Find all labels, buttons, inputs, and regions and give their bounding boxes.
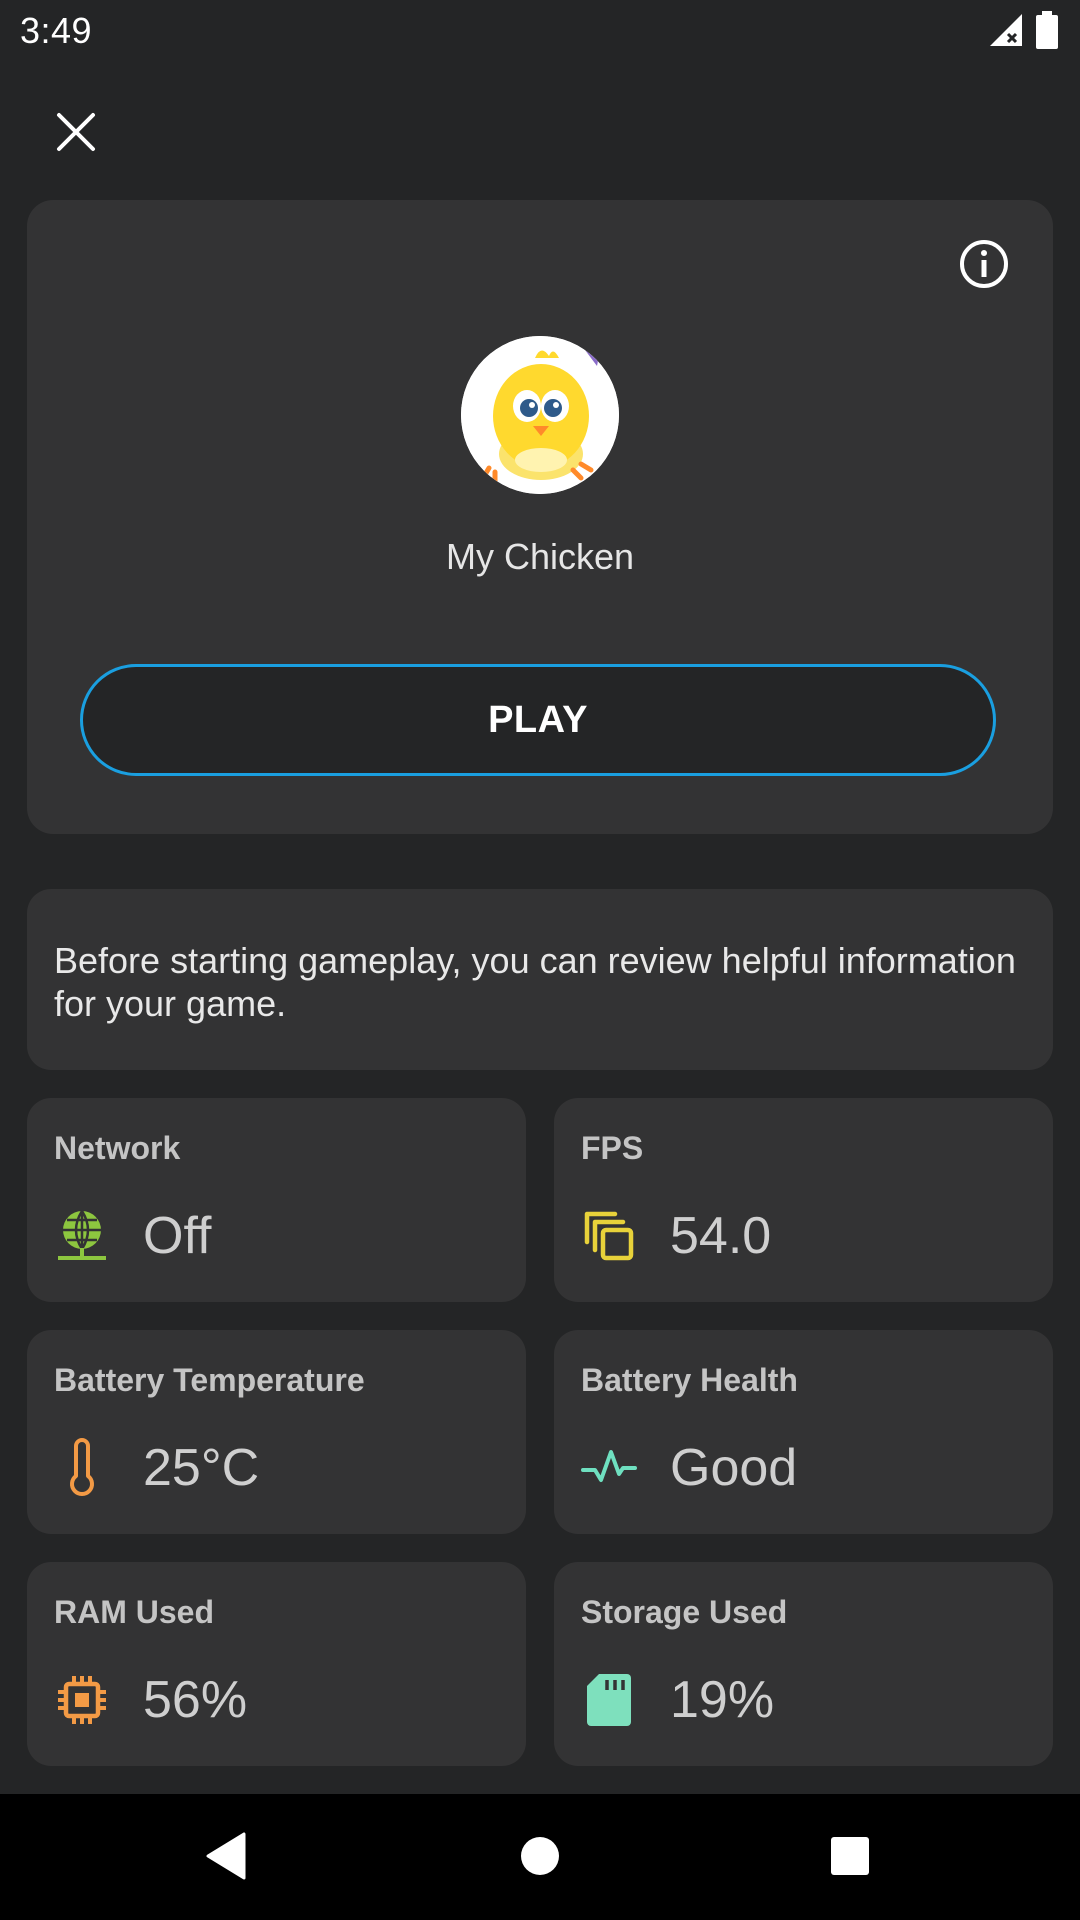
- back-triangle-icon: [206, 1832, 246, 1880]
- signal-no-data-icon: [988, 12, 1024, 53]
- status-icons: [988, 10, 1058, 54]
- home-button[interactable]: [508, 1824, 572, 1888]
- info-icon: [960, 240, 1008, 288]
- recents-square-icon: [831, 1837, 869, 1875]
- play-button[interactable]: PLAY: [80, 664, 996, 776]
- battery-icon: [1036, 10, 1058, 54]
- home-circle-icon: [521, 1837, 559, 1875]
- stat-value: Good: [670, 1439, 798, 1497]
- close-icon: [57, 113, 95, 151]
- sd-card-icon: [587, 1674, 631, 1726]
- stat-card-storage-used: Storage Used 19%: [554, 1562, 1053, 1766]
- stat-label: Battery Health: [581, 1362, 798, 1398]
- stat-card-ram-used: RAM Used 56%: [27, 1562, 526, 1766]
- status-bar: 3:49: [0, 0, 1080, 64]
- game-avatar: [461, 336, 619, 494]
- recents-button[interactable]: [818, 1824, 882, 1888]
- stat-value: Off: [143, 1207, 212, 1265]
- navigation-bar: [0, 1794, 1080, 1920]
- chick-image: [461, 336, 619, 494]
- stat-value: 56%: [143, 1671, 248, 1729]
- stat-card-fps: FPS 54.0: [554, 1098, 1053, 1302]
- info-text: Before starting gameplay, you can review…: [54, 940, 1016, 1024]
- chip-icon: [58, 1676, 106, 1724]
- stat-value: 54.0: [670, 1207, 772, 1265]
- status-time: 3:49: [20, 10, 93, 51]
- stat-value: 25°C: [143, 1439, 260, 1497]
- stat-label: Storage Used: [581, 1594, 788, 1630]
- fps-layers-icon: [584, 1211, 634, 1261]
- stat-value: 19%: [670, 1671, 775, 1729]
- network-globe-icon: [58, 1210, 106, 1260]
- stat-label: Battery Temperature: [54, 1362, 365, 1398]
- pulse-icon: [581, 1450, 637, 1482]
- info-button[interactable]: [958, 238, 1010, 290]
- stat-label: FPS: [581, 1130, 644, 1166]
- back-button[interactable]: [194, 1824, 258, 1888]
- stat-card-network: Network Off: [27, 1098, 526, 1302]
- stat-card-battery-temperature: Battery Temperature 25°C: [27, 1330, 526, 1534]
- close-button[interactable]: [44, 100, 108, 164]
- thermometer-icon: [70, 1438, 94, 1496]
- info-card: Before starting gameplay, you can review…: [27, 889, 1053, 1070]
- game-title: My Chicken: [445, 536, 635, 577]
- stat-label: RAM Used: [54, 1594, 215, 1630]
- game-dashboard-screen: 3:49 My Chicken PLAY Before starting gam…: [0, 0, 1080, 1920]
- stat-label: Network: [54, 1130, 181, 1166]
- stat-card-battery-health: Battery Health Good: [554, 1330, 1053, 1534]
